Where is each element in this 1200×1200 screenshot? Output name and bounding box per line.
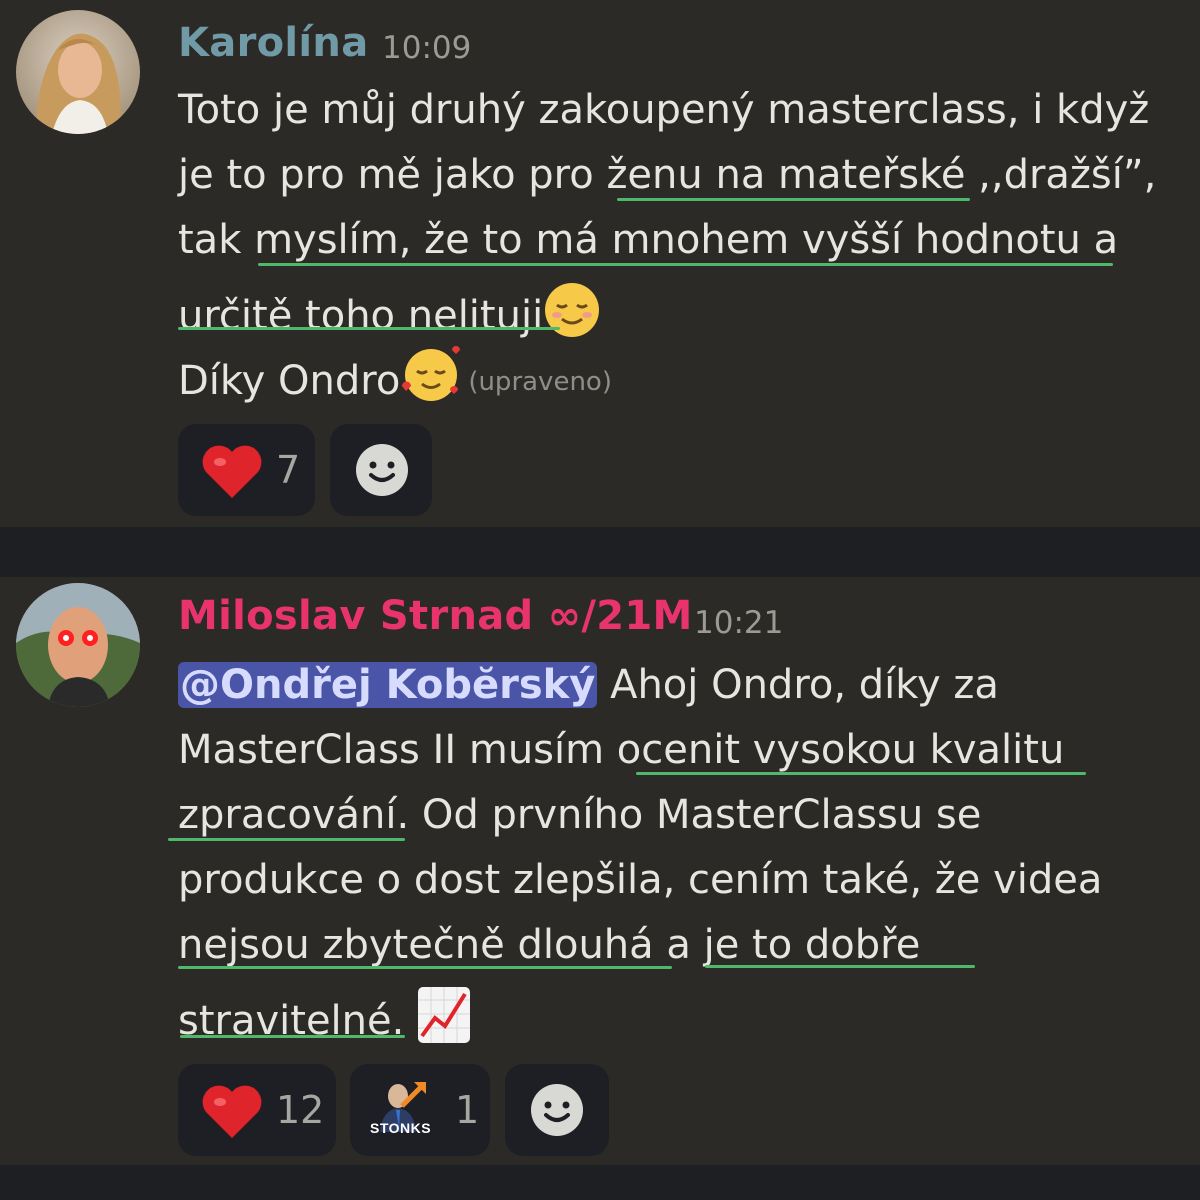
reaction-heart[interactable]: 7 [178,424,315,516]
message-line: je to pro mě jako pro ženu na mateřské ,… [178,152,1157,198]
highlight-underline [636,772,1086,775]
message-line: MasterClass II musím ocenit vysokou kval… [178,727,1065,773]
heart-icon [200,1082,264,1144]
author-name[interactable]: Karolína [178,20,369,66]
highlight-underline [168,838,405,841]
user-mention[interactable]: @Ondřej Kobĕrský [178,662,598,708]
reaction-heart[interactable]: 12 [178,1064,336,1156]
message-line: zpracování. Od prvního MasterClassu se [178,792,982,838]
message-line-with-mention: @Ondřej Kobĕrský Ahoj Ondro, díky za [178,661,999,709]
message-text: Ahoj Ondro, díky za [610,662,999,708]
reaction-count: 1 [455,1088,480,1132]
message-line-with-emoji: Díky Ondro (upraveno) [178,346,612,415]
message-line-with-emoji: určitě toho nelituji [178,281,601,350]
message-line: Toto je můj druhý zakoupený masterclass,… [178,87,1150,133]
message-line: nejsou zbytečně dlouhá a je to dobře [178,922,921,968]
highlight-underline [178,327,560,330]
message-miloslav: Miloslav Strnad ∞/21M 10:21 @Ondřej Kobĕ… [0,577,1200,1165]
message-line-with-emoji: stravitelné. [178,986,471,1055]
message-text: určitě toho nelituji [178,293,544,339]
stonks-label: STONKS [370,1120,432,1136]
avatar[interactable] [16,583,140,707]
smiling-face-icon [543,281,601,350]
avatar[interactable] [16,10,140,134]
smiling-face-with-hearts-icon [400,346,462,415]
message-text: Díky Ondro [178,358,401,404]
timestamp: 10:09 [382,30,472,66]
highlight-underline [617,198,970,201]
add-reaction-button[interactable] [330,424,432,516]
chart-increasing-icon [417,986,471,1055]
highlight-underline [705,965,975,968]
message-karolina: Karolína 10:09 Toto je můj druhý zakoupe… [0,0,1200,527]
reaction-count: 12 [276,1088,325,1132]
heart-icon [200,442,264,504]
message-line: produkce o dost zlepšila, cením také, že… [178,857,1103,903]
add-reaction-icon [531,1084,583,1136]
add-reaction-icon [356,444,408,496]
message-line: tak myslím, že to má mnohem vyšší hodnot… [178,217,1119,263]
reaction-count: 7 [276,448,301,492]
author-name[interactable]: Miloslav Strnad ∞/21M [178,593,693,639]
highlight-underline [178,966,672,969]
timestamp: 10:21 [694,605,784,641]
edited-label: (upraveno) [468,367,612,397]
add-reaction-button[interactable] [505,1064,609,1156]
highlight-underline [180,1035,405,1038]
reaction-stonks[interactable]: STONKS 1 [350,1064,490,1156]
highlight-underline [258,263,1113,266]
